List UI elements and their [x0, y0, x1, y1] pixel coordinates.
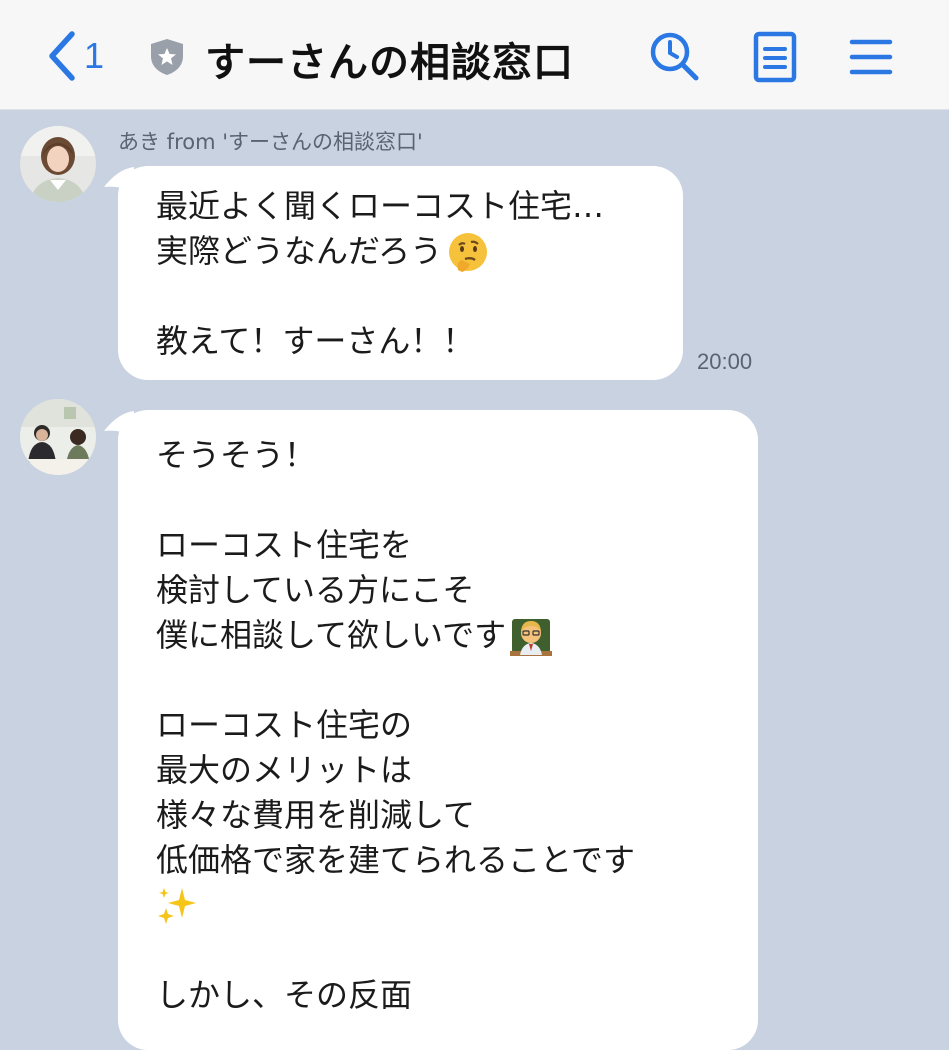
- message-line: 検討している方にこそ: [156, 571, 475, 609]
- note-icon[interactable]: [752, 30, 800, 84]
- back-button[interactable]: 1: [46, 28, 104, 84]
- message-line: ローコスト住宅を: [156, 526, 413, 564]
- sender-name: あき from 'すーさんの相談窓口': [118, 130, 423, 154]
- timestamp: 20:00: [697, 349, 753, 374]
- message-text: 実際どうなんだろう: [156, 232, 443, 270]
- thinking-face-emoji: [449, 232, 488, 272]
- consultation-avatar[interactable]: [20, 399, 96, 475]
- teacher-emoji: [510, 618, 553, 656]
- clock-search-icon[interactable]: [648, 30, 702, 84]
- message-line: 最大のメリットは: [156, 751, 413, 789]
- message-line-with-emoji: 僕に相談して欲しいです: [156, 613, 758, 658]
- chevron-left-icon: [49, 31, 75, 81]
- message-line: 低価格で家を建てられることです: [156, 841, 636, 879]
- message-line: 教えて！すーさん！！: [156, 322, 475, 360]
- message-bubble[interactable]: そうそう！ ローコスト住宅を 検討している方にこそ 僕に相談して欲しいです ロー…: [118, 410, 758, 1050]
- sparkles-emoji: [158, 887, 196, 924]
- message-line-emoji: [156, 883, 758, 928]
- message-line: ローコスト住宅の: [156, 706, 413, 744]
- message-line-with-emoji: 実際どうなんだろう: [156, 229, 683, 274]
- message-line: 様々な費用を削減して: [156, 796, 476, 834]
- unread-count: 1: [84, 35, 105, 76]
- chat-header: 1 すーさんの相談窓口: [0, 0, 949, 110]
- message-bubble[interactable]: 最近よく聞くローコスト住宅… 実際どうなんだろう 教えて！すーさん！！: [118, 166, 683, 380]
- message-line: 最近よく聞くローコスト住宅…: [156, 187, 605, 225]
- message-line: しかし、その反面: [156, 976, 413, 1014]
- message-line: そうそう！: [156, 436, 317, 474]
- message-text: 僕に相談して欲しいです: [156, 616, 507, 654]
- menu-icon[interactable]: [848, 30, 894, 84]
- chat-title: すーさんの相談窓口: [205, 40, 574, 86]
- woman-avatar[interactable]: [20, 126, 96, 202]
- verified-badge-icon: [151, 39, 183, 75]
